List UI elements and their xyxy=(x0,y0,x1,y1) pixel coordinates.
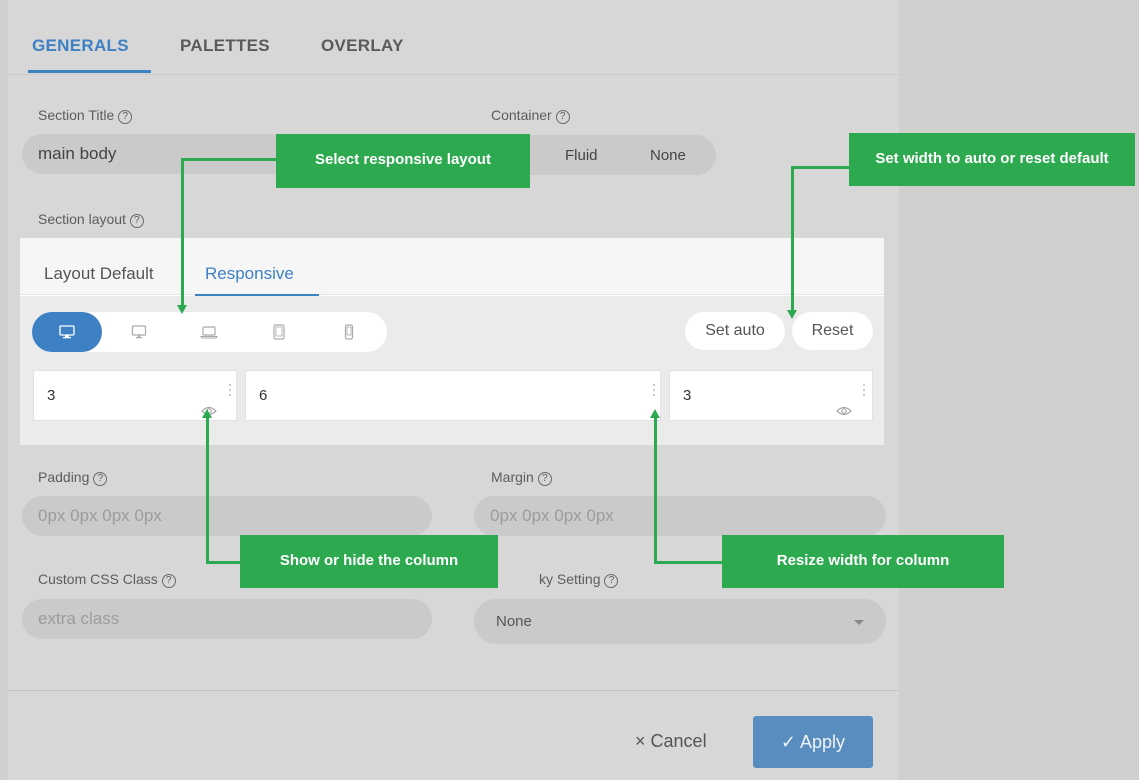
callout-select-layout: Select responsive layout xyxy=(276,134,530,188)
tab-palettes[interactable]: PALETTES xyxy=(180,36,270,56)
tab-bar: GENERALS PALETTES OVERLAY xyxy=(8,0,899,75)
section-layout-editor: Layout Default Responsive Set auto Reset xyxy=(20,238,884,445)
cancel-label: Cancel xyxy=(650,731,707,751)
custom-css-placeholder: extra class xyxy=(38,609,120,628)
layout-body: Set auto Reset 3 6 3 xyxy=(20,296,884,445)
callout-show-hide: Show or hide the column xyxy=(240,535,498,588)
sticky-setting-label: ky Setting? xyxy=(539,571,619,588)
custom-css-label: Custom CSS Class? xyxy=(38,571,176,588)
help-icon[interactable]: ? xyxy=(118,110,133,124)
padding-input[interactable]: 0px 0px 0px 0px xyxy=(22,496,432,536)
footer-divider xyxy=(8,690,899,691)
section-layout-label: Section layout? xyxy=(38,211,144,228)
section-title-label: Section Title? xyxy=(38,107,133,124)
column-width-value: 3 xyxy=(683,387,692,404)
layout-tab-bar: Layout Default Responsive xyxy=(20,238,884,296)
layout-column[interactable]: 3 xyxy=(669,370,873,421)
padding-placeholder: 0px 0px 0px 0px xyxy=(38,506,162,525)
desktop-icon[interactable] xyxy=(32,312,102,352)
callout-connector xyxy=(791,166,850,169)
column-width-value: 6 xyxy=(259,387,268,404)
callout-set-width: Set width to auto or reset default xyxy=(849,133,1135,186)
help-icon[interactable]: ? xyxy=(161,574,176,588)
arrow-down-icon xyxy=(787,310,797,319)
section-title-value: main body xyxy=(38,144,117,163)
callout-connector xyxy=(206,417,209,564)
margin-label: Margin? xyxy=(491,469,552,486)
custom-css-input[interactable]: extra class xyxy=(22,599,432,639)
mobile-icon[interactable] xyxy=(314,312,384,352)
device-selector xyxy=(32,312,387,352)
sticky-setting-label-text: ky Setting xyxy=(539,571,601,587)
callout-connector xyxy=(181,158,184,306)
layout-column[interactable]: 6 xyxy=(245,370,661,421)
callout-connector xyxy=(206,561,240,564)
help-icon[interactable]: ? xyxy=(93,472,108,486)
callout-resize: Resize width for column xyxy=(722,535,1004,588)
tab-layout-default[interactable]: Layout Default xyxy=(44,264,154,284)
section-title-label-text: Section Title xyxy=(38,107,115,123)
resize-handle[interactable] xyxy=(863,384,866,399)
help-icon[interactable]: ? xyxy=(537,472,552,486)
sticky-setting-select[interactable]: None xyxy=(474,599,886,644)
tablet-icon[interactable] xyxy=(244,312,314,352)
callout-connector xyxy=(181,158,277,161)
close-icon: × xyxy=(635,731,646,751)
cancel-button[interactable]: × Cancel xyxy=(635,731,707,752)
callout-connector xyxy=(654,561,722,564)
resize-handle[interactable] xyxy=(229,384,232,399)
margin-placeholder: 0px 0px 0px 0px xyxy=(490,506,614,525)
container-option-none[interactable]: None xyxy=(650,147,686,164)
column-width-value: 3 xyxy=(47,387,56,404)
section-layout-label-text: Section layout xyxy=(38,211,126,227)
help-icon[interactable]: ? xyxy=(129,214,144,228)
help-icon[interactable]: ? xyxy=(555,110,570,124)
container-label: Container? xyxy=(491,107,570,124)
tab-overlay[interactable]: OVERLAY xyxy=(321,36,404,56)
container-option-fluid[interactable]: Fluid xyxy=(565,147,598,164)
help-icon[interactable]: ? xyxy=(604,574,619,588)
margin-label-text: Margin xyxy=(491,469,534,485)
apply-button[interactable]: ✓ Apply xyxy=(753,716,873,768)
arrow-down-icon xyxy=(177,305,187,314)
reset-button[interactable]: Reset xyxy=(792,312,873,350)
active-tab-indicator xyxy=(28,70,151,73)
callout-connector xyxy=(791,166,794,311)
callout-connector xyxy=(654,417,657,564)
laptop-icon[interactable] xyxy=(174,312,244,352)
set-auto-button[interactable]: Set auto xyxy=(685,312,785,350)
chevron-down-icon xyxy=(854,620,864,625)
padding-label: Padding? xyxy=(38,469,108,486)
padding-label-text: Padding xyxy=(38,469,90,485)
apply-label: Apply xyxy=(800,732,846,752)
resize-handle[interactable] xyxy=(653,384,656,399)
custom-css-label-text: Custom CSS Class xyxy=(38,571,158,587)
margin-input[interactable]: 0px 0px 0px 0px xyxy=(474,496,886,536)
tab-generals[interactable]: GENERALS xyxy=(32,36,129,56)
sticky-setting-value: None xyxy=(496,613,532,630)
container-label-text: Container xyxy=(491,107,552,123)
tab-responsive[interactable]: Responsive xyxy=(205,264,294,284)
check-icon: ✓ xyxy=(780,732,797,752)
eye-icon[interactable] xyxy=(836,388,852,437)
monitor-icon[interactable] xyxy=(104,312,174,352)
